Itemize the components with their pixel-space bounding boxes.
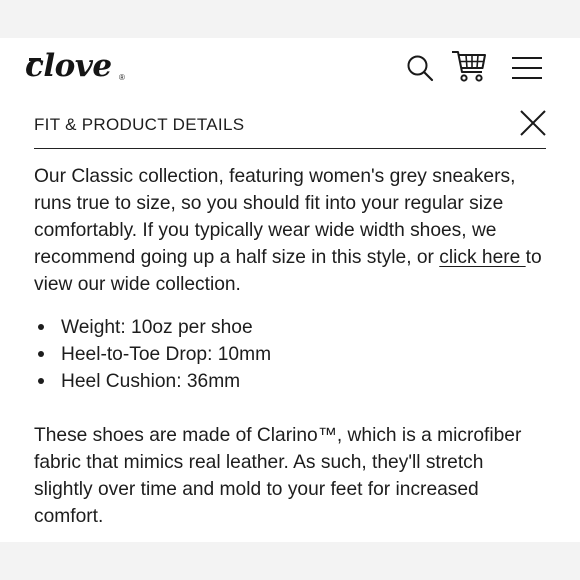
fit-details-header: FIT & PRODUCT DETAILS	[34, 100, 546, 149]
bullet-icon	[38, 324, 44, 330]
list-item: Heel-to-Toe Drop: 10mm	[34, 341, 546, 368]
spec-list: Weight: 10oz per shoe Heel-to-Toe Drop: …	[34, 314, 546, 395]
bullet-icon	[38, 351, 44, 357]
clove-logo[interactable]: clove	[25, 48, 112, 84]
logo-registered-mark: ®	[119, 73, 125, 82]
close-icon[interactable]	[520, 110, 546, 136]
list-item: Heel Cushion: 36mm	[34, 368, 546, 395]
site-header: clove ®	[0, 38, 580, 100]
bullet-icon	[38, 378, 44, 384]
wide-collection-link[interactable]: click here	[439, 247, 525, 268]
product-details-page: clove ® FIT & PRODUCT DETAILS Our Classi…	[0, 38, 580, 542]
spec-drop: Heel-to-Toe Drop: 10mm	[61, 344, 272, 365]
cart-icon[interactable]	[451, 49, 487, 83]
section-title: FIT & PRODUCT DETAILS	[34, 115, 245, 134]
spec-cushion: Heel Cushion: 36mm	[61, 371, 241, 392]
menu-icon[interactable]	[512, 56, 542, 80]
search-icon[interactable]	[406, 54, 434, 82]
details-content: Our Classic collection, featuring women'…	[34, 163, 546, 530]
spec-weight: Weight: 10oz per shoe	[61, 317, 253, 338]
material-description: These shoes are made of Clarino™, which …	[34, 425, 522, 527]
fit-description: Our Classic collection, featuring women'…	[34, 163, 546, 298]
list-item: Weight: 10oz per shoe	[34, 314, 546, 341]
